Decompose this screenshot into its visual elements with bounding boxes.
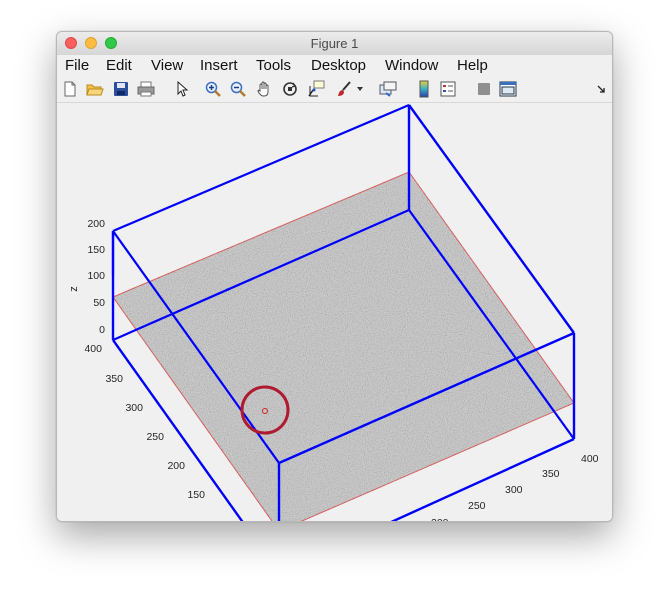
z-tick-0: 0 bbox=[99, 324, 105, 336]
y-tick-300: 300 bbox=[125, 402, 143, 414]
data-cursor-icon[interactable] bbox=[307, 80, 325, 98]
rotate-3d-icon[interactable] bbox=[281, 80, 299, 98]
dock-arrow-icon[interactable] bbox=[595, 80, 607, 98]
y-tick-250: 250 bbox=[146, 431, 164, 443]
z-axis: 200 150 100 50 0 z bbox=[68, 218, 105, 336]
new-figure-icon[interactable] bbox=[61, 80, 79, 98]
axes-3d[interactable]: 200 150 100 50 0 z 400 350 300 250 200 1… bbox=[57, 103, 612, 521]
x-tick-250: 250 bbox=[468, 500, 486, 512]
y-tick-200: 200 bbox=[167, 460, 185, 472]
z-tick-200: 200 bbox=[87, 218, 105, 230]
link-plot-icon[interactable] bbox=[379, 80, 397, 98]
menu-desktop[interactable]: Desktop bbox=[311, 57, 366, 74]
y-tick-150: 150 bbox=[187, 489, 205, 501]
hide-plot-tools-icon[interactable] bbox=[475, 80, 493, 98]
z-axis-label: z bbox=[68, 286, 80, 292]
figure-window: Figure 1 File Edit View Insert Tools Des… bbox=[56, 31, 613, 522]
menu-window[interactable]: Window bbox=[385, 57, 438, 74]
menu-tools[interactable]: Tools bbox=[256, 57, 291, 74]
z-tick-100: 100 bbox=[87, 270, 105, 282]
x-tick-350: 350 bbox=[542, 468, 560, 480]
print-icon[interactable] bbox=[137, 80, 155, 98]
menu-edit[interactable]: Edit bbox=[106, 57, 132, 74]
menu-insert[interactable]: Insert bbox=[200, 57, 238, 74]
menu-bar: File Edit View Insert Tools Desktop Wind… bbox=[57, 55, 612, 75]
y-tick-100: 100 bbox=[208, 519, 226, 521]
colorbar-icon[interactable] bbox=[415, 80, 433, 98]
x-tick-200: 200 bbox=[431, 517, 449, 521]
show-plot-tools-icon[interactable] bbox=[499, 80, 517, 98]
y-tick-350: 350 bbox=[105, 373, 123, 385]
x-tick-400: 400 bbox=[581, 453, 599, 465]
pointer-icon[interactable] bbox=[173, 80, 191, 98]
z-tick-150: 150 bbox=[87, 244, 105, 256]
z-tick-50: 50 bbox=[93, 297, 105, 309]
menu-file[interactable]: File bbox=[65, 57, 89, 74]
zoom-in-icon[interactable] bbox=[204, 80, 222, 98]
menu-view[interactable]: View bbox=[151, 57, 183, 74]
x-tick-300: 300 bbox=[505, 484, 523, 496]
zoom-out-icon[interactable] bbox=[229, 80, 247, 98]
figure-toolbar bbox=[57, 76, 612, 103]
open-file-icon[interactable] bbox=[86, 80, 104, 98]
brush-dropdown-icon[interactable] bbox=[355, 80, 365, 98]
legend-icon[interactable] bbox=[439, 80, 457, 98]
window-title: Figure 1 bbox=[310, 36, 359, 51]
y-tick-400: 400 bbox=[84, 343, 102, 355]
pan-hand-icon[interactable] bbox=[255, 80, 273, 98]
plot-area[interactable]: 200 150 100 50 0 z 400 350 300 250 200 1… bbox=[57, 103, 612, 521]
save-icon[interactable] bbox=[112, 80, 130, 98]
title-bar[interactable]: Figure 1 bbox=[57, 32, 612, 56]
brush-icon[interactable] bbox=[333, 80, 355, 98]
menu-help[interactable]: Help bbox=[457, 57, 488, 74]
